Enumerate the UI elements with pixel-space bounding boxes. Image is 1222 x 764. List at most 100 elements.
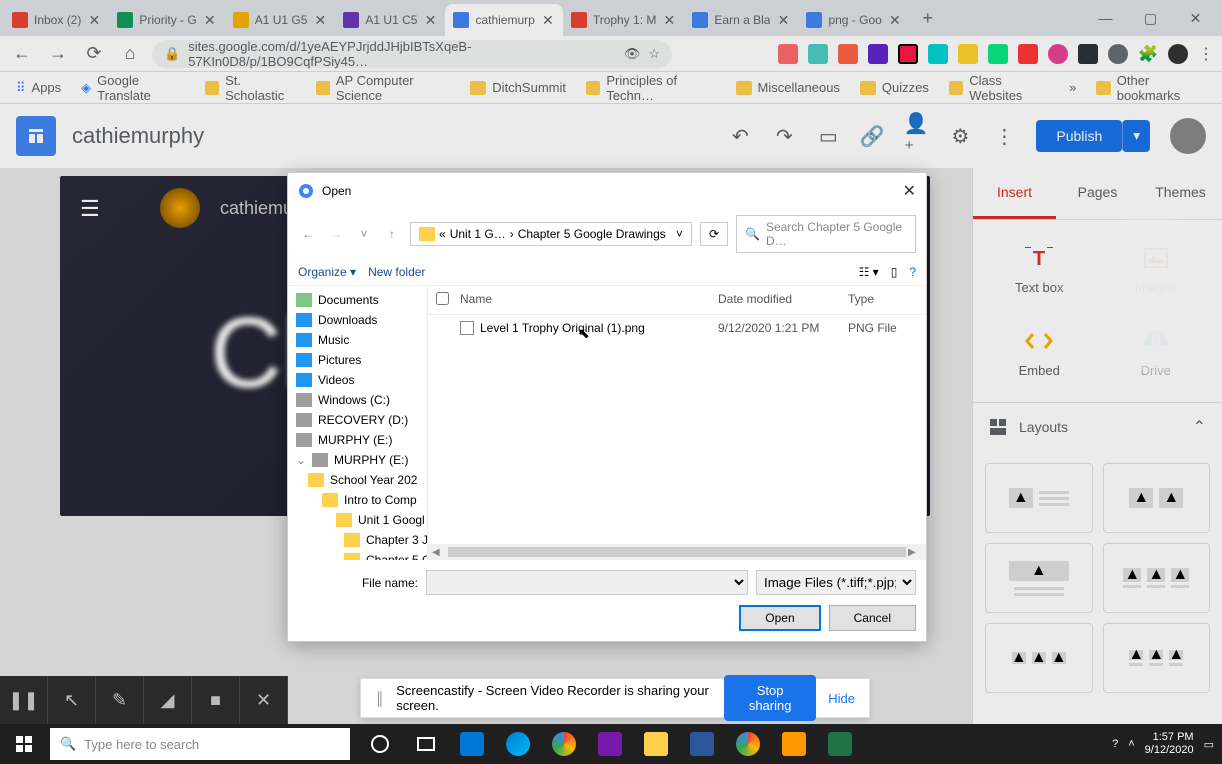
tree-item-4[interactable]: Videos [288,370,427,390]
tree-item-8[interactable]: ⌄MURPHY (E:) [288,450,427,470]
tab-close-button[interactable]: ✕ [203,13,217,27]
filename-input[interactable] [426,570,748,595]
dialog-search[interactable]: 🔍 Search Chapter 5 Google D… [736,215,916,253]
tree-item-0[interactable]: Documents [288,290,427,310]
tree-item-6[interactable]: RECOVERY (D:) [288,410,427,430]
forward-button[interactable]: → [44,40,72,68]
share-button[interactable]: 👤⁺ [904,124,928,148]
settings-button[interactable]: ⚙ [948,124,972,148]
pointer-button[interactable]: ↖ [48,676,96,724]
layout-option-3[interactable]: ▲ [985,543,1093,613]
bookmark-scholastic[interactable]: St. Scholastic [197,69,304,107]
ext-icon-7[interactable] [958,44,978,64]
tree-item-12[interactable]: Chapter 3 J [288,530,427,550]
horizontal-scrollbar[interactable]: ◀▶ [428,544,926,560]
select-all-checkbox[interactable] [436,292,449,305]
eye-icon[interactable]: 👁 [624,46,641,62]
site-title[interactable]: cathiemurphy [72,123,712,149]
folder-tree[interactable]: DocumentsDownloadsMusicPicturesVideosWin… [288,286,428,560]
tray-clock[interactable]: 1:57 PM 9/12/2020 [1145,731,1194,757]
stop-button[interactable]: ✕ [240,676,288,724]
layout-option-2[interactable]: ▲▲ [1103,463,1211,533]
organize-menu[interactable]: Organize ▾ [298,265,356,279]
file-list-headers[interactable]: Name Date modified Type [428,286,926,315]
browser-tab-0[interactable]: Inbox (2)✕ [4,4,109,36]
home-button[interactable]: ⌂ [116,40,144,68]
camera-button[interactable]: ■ [192,676,240,724]
link-button[interactable]: 🔗 [860,124,884,148]
view-menu[interactable]: ☷ ▾ [859,265,879,279]
tree-item-9[interactable]: School Year 202 [288,470,427,490]
hide-button[interactable]: Hide [828,691,855,706]
tab-close-button[interactable]: ✕ [541,13,555,27]
sites-logo-icon[interactable] [16,116,56,156]
collapse-icon[interactable]: ⌃ [1193,417,1206,437]
tab-close-button[interactable]: ✕ [776,13,790,27]
minimize-button[interactable]: — [1083,3,1128,33]
address-bar[interactable]: 🔒 sites.google.com/d/1yeAEYPJrjddJHjbIBT… [152,40,672,68]
dialog-close-button[interactable]: ✕ [903,181,916,201]
bookmark-more[interactable]: » [1061,76,1084,99]
browser-tab-1[interactable]: Priority - G✕ [109,4,224,36]
insert-embed[interactable]: Embed [985,315,1094,390]
tab-close-button[interactable]: ✕ [888,13,902,27]
extensions-icon[interactable]: 🧩 [1138,44,1158,64]
open-button[interactable]: Open [739,605,820,631]
tray-expand-icon[interactable]: ˄ [1128,738,1134,750]
nav-forward-button[interactable]: → [326,227,346,241]
tree-item-7[interactable]: MURPHY (E:) [288,430,427,450]
browser-tab-7[interactable]: png - Goo✕ [798,4,909,36]
tab-close-button[interactable]: ✕ [662,13,676,27]
ext-icon-4[interactable] [868,44,888,64]
tray-notifications-icon[interactable]: ▭ [1204,738,1214,751]
taskbar-chrome2[interactable] [726,724,770,764]
tab-close-button[interactable]: ✕ [423,13,437,27]
reload-button[interactable]: ⟳ [80,40,108,68]
browser-tab-4[interactable]: cathiemurp✕ [445,4,562,36]
chrome-menu-icon[interactable]: ⋮ [1198,44,1214,64]
publish-button[interactable]: Publish [1036,120,1122,152]
breadcrumb-bar[interactable]: « Unit 1 G… › Chapter 5 Google Drawings … [410,222,692,246]
help-button[interactable]: ? [909,265,916,279]
ext-icon-2[interactable] [808,44,828,64]
ext-icon-9[interactable] [1018,44,1038,64]
tree-item-3[interactable]: Pictures [288,350,427,370]
nav-back-button[interactable]: ← [298,227,318,241]
ext-icon-10[interactable] [1048,44,1068,64]
taskbar-paint[interactable] [772,724,816,764]
close-window-button[interactable]: ✕ [1173,3,1218,33]
insert-drive[interactable]: Drive [1102,315,1211,390]
ext-icon-12[interactable] [1108,44,1128,64]
taskbar-edge[interactable] [496,724,540,764]
tab-close-button[interactable]: ✕ [313,13,327,27]
layouts-header[interactable]: Layouts ⌃ [973,402,1222,451]
ext-icon-8[interactable] [988,44,1008,64]
preview-button[interactable]: ▭ [816,124,840,148]
ext-icon-5[interactable] [898,44,918,64]
browser-tab-5[interactable]: Trophy 1: M✕ [563,4,685,36]
bookmark-principles[interactable]: Principles of Techn… [578,69,724,107]
taskbar-explorer[interactable] [634,724,678,764]
other-bookmarks[interactable]: Other bookmarks [1088,69,1214,107]
insert-textbox[interactable]: T Text box [985,232,1094,307]
start-button[interactable] [0,724,48,764]
ext-icon-3[interactable] [838,44,858,64]
browser-tab-3[interactable]: A1 U1 C5✕ [335,4,445,36]
refresh-button[interactable]: ⟳ [700,222,728,246]
cortana-button[interactable] [358,724,402,764]
new-folder-button[interactable]: New folder [368,265,425,279]
tree-item-11[interactable]: Unit 1 Googl [288,510,427,530]
tree-item-10[interactable]: Intro to Comp [288,490,427,510]
back-button[interactable]: ← [8,40,36,68]
layout-option-6[interactable]: ▲▲▲ [1103,623,1211,693]
nav-up-button[interactable]: ↑ [382,227,402,241]
insert-images[interactable]: Images [1102,232,1211,307]
bookmark-classweb[interactable]: Class Websites [941,69,1057,107]
eraser-button[interactable]: ◢ [144,676,192,724]
bookmark-star-icon[interactable]: ☆ [648,46,660,62]
tab-pages[interactable]: Pages [1056,168,1139,219]
layout-option-1[interactable]: ▲ [985,463,1093,533]
publish-dropdown[interactable]: ▾ [1122,120,1150,152]
layout-option-5[interactable]: ▲▲▲ [985,623,1093,693]
taskbar-chrome[interactable] [542,724,586,764]
